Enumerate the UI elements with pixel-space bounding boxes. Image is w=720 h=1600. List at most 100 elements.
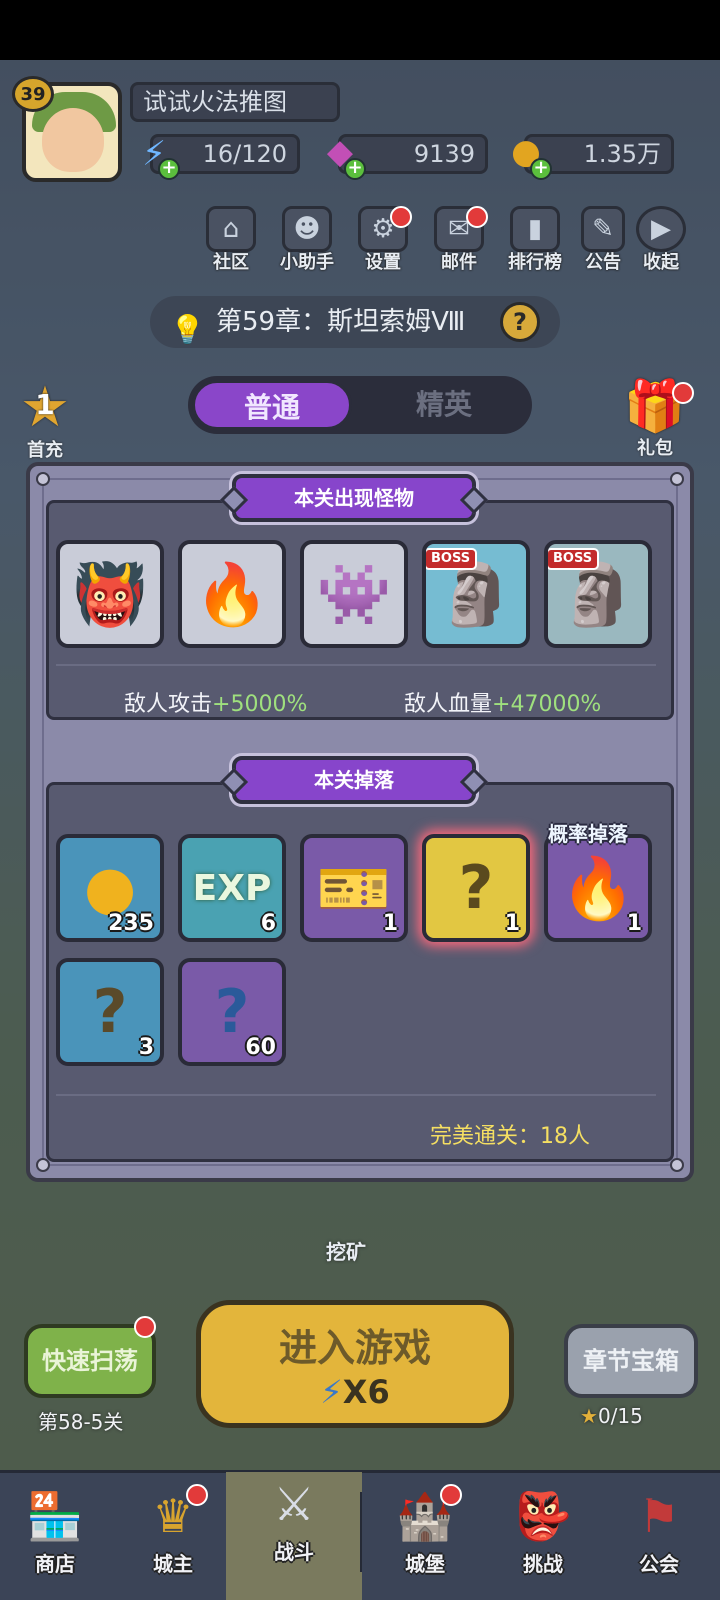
nav-challenge-label: 挑战 bbox=[523, 1552, 563, 1576]
player-name: 试试火法推图 bbox=[130, 82, 340, 122]
assistant-button[interactable]: ☻ 小助手 bbox=[274, 206, 340, 276]
tab-normal[interactable]: 普通 bbox=[192, 380, 352, 430]
chapter-title-bar: 💡 第59章：斯坦索姆Ⅷ ? bbox=[150, 296, 560, 348]
drop-item-ticket[interactable]: 🎫 1 bbox=[300, 834, 408, 942]
notice-icon: ✎ bbox=[581, 206, 625, 252]
perfect-clear-count: 完美通关：18人 bbox=[430, 1124, 590, 1149]
demon-mask-icon: 👺 bbox=[514, 1488, 572, 1543]
energy-icon: ⚡ bbox=[320, 1373, 343, 1411]
enemy-hp-label: 敌人血量 bbox=[404, 692, 493, 717]
chapter-chest-label: 章节宝箱 bbox=[583, 1347, 679, 1375]
enemy-hp-value: +47000% bbox=[492, 692, 602, 717]
lord-notification-dot bbox=[186, 1484, 208, 1506]
modal-corner bbox=[670, 472, 684, 486]
status-bar bbox=[0, 0, 720, 60]
nav-shop-label: 商店 bbox=[35, 1552, 75, 1576]
enemy-hp-stat: 敌人血量+47000% bbox=[404, 686, 601, 718]
drop-item-exp[interactable]: EXP 6 bbox=[178, 834, 286, 942]
nav-lord[interactable]: ♛ 城主 bbox=[118, 1484, 228, 1588]
crossed-swords-icon: ⚔ bbox=[273, 1477, 315, 1531]
chest-progress-value: 0/15 bbox=[597, 1404, 643, 1428]
shop-icon: 🏪 bbox=[26, 1488, 84, 1543]
mode-tabs: 普通 精英 bbox=[188, 376, 532, 434]
sweep-stage: 第58-5关 bbox=[38, 1410, 124, 1434]
monster-card-red-orc[interactable]: 👹 bbox=[56, 540, 164, 648]
divider bbox=[56, 1094, 656, 1096]
mail-label: 邮件 bbox=[441, 252, 477, 273]
community-button[interactable]: ⌂ 社区 bbox=[198, 206, 264, 276]
star-icon: ★ bbox=[580, 1404, 598, 1428]
ranking-label: 排行榜 bbox=[508, 252, 562, 273]
community-label: 社区 bbox=[213, 252, 249, 273]
first-recharge-button[interactable]: ★ 1 首充 bbox=[10, 380, 80, 462]
mine-label[interactable]: 挖矿 bbox=[326, 1236, 366, 1265]
add-gold-button[interactable]: + bbox=[530, 158, 552, 180]
divider bbox=[56, 664, 656, 666]
drops-title: 本关掉落 bbox=[314, 768, 394, 792]
nav-guild-label: 公会 bbox=[639, 1552, 679, 1576]
nav-challenge[interactable]: 👺 挑战 bbox=[488, 1484, 598, 1588]
drop-qty: 235 bbox=[108, 911, 154, 936]
settings-notification-dot bbox=[390, 206, 412, 228]
collapse-icon: ▶ bbox=[636, 206, 686, 252]
gift-notification-dot bbox=[672, 382, 694, 404]
sweep-notification-dot bbox=[134, 1316, 156, 1338]
assistant-label: 小助手 bbox=[280, 252, 334, 273]
nav-battle[interactable]: ⚔ 战斗 bbox=[226, 1472, 362, 1600]
enemy-attack-label: 敌人攻击 bbox=[124, 692, 213, 717]
nav-divider bbox=[360, 1492, 362, 1572]
quick-sweep-button[interactable]: 快速扫荡 bbox=[24, 1324, 156, 1398]
drop-qty: 1 bbox=[382, 911, 398, 936]
drop-item-gold[interactable]: ● 235 bbox=[56, 834, 164, 942]
enter-game-button[interactable]: 进入游戏 ⚡X6 bbox=[196, 1300, 514, 1428]
mail-notification-dot bbox=[466, 206, 488, 228]
drop-qty: 1 bbox=[626, 911, 642, 936]
monster-card-boss-stone-golem[interactable]: 🗿 BOSS bbox=[544, 540, 652, 648]
notice-button[interactable]: ✎ 公告 bbox=[578, 206, 628, 276]
nav-castle[interactable]: 🏰 城堡 bbox=[370, 1484, 480, 1588]
enemy-attack-stat: 敌人攻击+5000% bbox=[124, 686, 307, 718]
drop-qty: 1 bbox=[504, 911, 520, 936]
drop-item-mystery-puzzle[interactable]: ? 60 bbox=[178, 958, 286, 1066]
collapse-button[interactable]: ▶ 收起 bbox=[628, 206, 694, 276]
enter-game-label: 进入游戏 bbox=[278, 1326, 431, 1370]
nav-shop[interactable]: 🏪 商店 bbox=[0, 1484, 110, 1588]
drop-item-fire-crystal[interactable]: 🔥 1 bbox=[544, 834, 652, 942]
drops-banner: 本关掉落 bbox=[232, 756, 476, 804]
red-orc-icon: 👹 bbox=[72, 559, 148, 630]
drop-item-mystery-gems[interactable]: ? 1 bbox=[422, 834, 530, 942]
modal-corner bbox=[670, 1158, 684, 1172]
monsters-banner: 本关出现怪物 bbox=[232, 474, 476, 522]
monster-card-fire-spirit[interactable]: 🔥 bbox=[178, 540, 286, 648]
gift-label: 礼包 bbox=[637, 438, 673, 459]
monster-card-boss-ice-golem[interactable]: 🗿 BOSS bbox=[422, 540, 530, 648]
notice-label: 公告 bbox=[585, 252, 621, 273]
drop-item-mystery-scroll[interactable]: ? 3 bbox=[56, 958, 164, 1066]
ranking-icon: ▮ bbox=[510, 206, 560, 252]
community-icon: ⌂ bbox=[206, 206, 256, 252]
nav-guild[interactable]: ⚑ 公会 bbox=[604, 1484, 714, 1588]
player-level-badge: 39 bbox=[12, 76, 54, 112]
first-recharge-count: 1 bbox=[35, 388, 55, 421]
boss-tag: BOSS bbox=[548, 548, 600, 570]
assistant-icon: ☻ bbox=[282, 206, 332, 252]
ranking-button[interactable]: ▮ 排行榜 bbox=[502, 206, 568, 276]
chapter-title: 第59章：斯坦索姆Ⅷ bbox=[216, 307, 466, 337]
nav-battle-label: 战斗 bbox=[274, 1540, 314, 1564]
add-gems-button[interactable]: + bbox=[344, 158, 366, 180]
monster-card-spike-beast[interactable]: 👾 bbox=[300, 540, 408, 648]
help-icon[interactable]: ? bbox=[500, 302, 540, 342]
guild-banner-icon: ⚑ bbox=[638, 1489, 680, 1543]
spike-beast-icon: 👾 bbox=[316, 559, 392, 630]
add-energy-button[interactable]: + bbox=[158, 158, 180, 180]
probability-drop-tag: 概率掉落 bbox=[548, 822, 628, 846]
settings-label: 设置 bbox=[365, 252, 401, 273]
enemy-attack-value: +5000% bbox=[212, 692, 308, 717]
drop-qty: 3 bbox=[138, 1035, 154, 1060]
hint-bulb-icon: 💡 bbox=[170, 313, 205, 346]
chapter-chest-button[interactable]: 章节宝箱 bbox=[564, 1324, 698, 1398]
modal-corner bbox=[36, 472, 50, 486]
avatar-face bbox=[42, 108, 104, 172]
tab-elite[interactable]: 精英 bbox=[364, 380, 524, 430]
castle-notification-dot bbox=[440, 1484, 462, 1506]
